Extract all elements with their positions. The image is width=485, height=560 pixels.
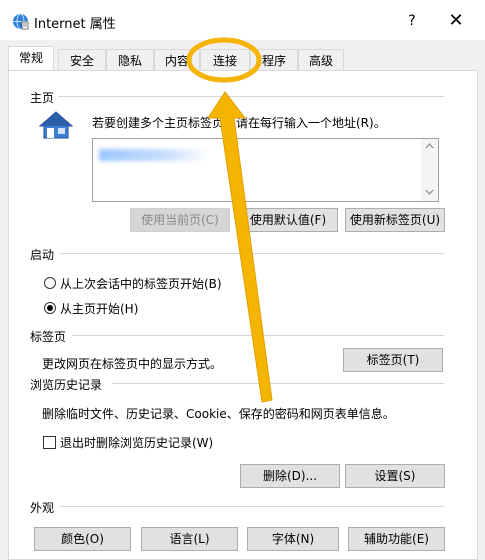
languages-button[interactable]: 语言(L) [141,527,238,551]
section-divider [112,383,444,384]
delete-on-exit-checkbox[interactable] [43,436,56,449]
homepage-address-field[interactable] [92,138,439,202]
radio-last-session[interactable] [44,277,56,289]
house-icon [38,111,74,139]
window-title: Internet 属性 [34,17,116,32]
colors-button[interactable]: 颜色(O) [34,527,131,551]
textarea-scrollbar[interactable] [421,139,438,201]
history-settings-button[interactable]: 设置(S) [345,464,445,488]
homepage-heading: 主页 [30,91,55,105]
use-default-button[interactable]: 使用默认值(F) [238,208,338,232]
appearance-heading: 外观 [30,501,55,515]
fonts-button[interactable]: 字体(N) [247,527,339,551]
radio-home[interactable] [44,302,56,314]
history-description: 删除临时文件、历史记录、Cookie、保存的密码和网页表单信息。 [42,407,395,421]
tab-security[interactable]: 安全 [58,49,106,71]
history-heading: 浏览历史记录 [30,378,103,392]
scroll-up-icon[interactable] [425,143,434,149]
radio-home-label: 从主页开始(H) [60,302,139,316]
title-bar: Internet 属性 ? ✕ [0,0,485,40]
scroll-down-icon[interactable] [425,189,434,195]
tabs-heading: 标签页 [30,330,67,344]
section-divider [60,506,444,507]
close-button[interactable]: ✕ [444,10,468,32]
section-divider [60,253,444,254]
startup-heading: 启动 [30,248,55,262]
tab-connections[interactable]: 连接 [200,49,250,71]
tab-content[interactable]: 内容 [154,49,200,71]
tab-privacy[interactable]: 隐私 [106,49,154,71]
help-button[interactable]: ? [401,10,423,32]
homepage-description: 若要创建多个主页标签页，请在每行输入一个地址(R)。 [92,116,386,130]
delete-on-exit-label: 退出时删除浏览历史记录(W) [60,436,214,450]
blurred-address [99,149,209,161]
tab-programs[interactable]: 程序 [250,49,298,71]
tab-general[interactable]: 常规 [8,46,54,72]
radio-last-session-label: 从上次会话中的标签页开始(B) [60,277,222,291]
use-current-button[interactable]: 使用当前页(C) [130,208,230,232]
use-new-tab-button[interactable]: 使用新标签页(U) [345,208,445,232]
accessibility-button[interactable]: 辅助功能(E) [348,527,445,551]
internet-options-icon [13,13,29,30]
section-divider [72,335,444,336]
section-divider [58,96,444,97]
delete-history-button[interactable]: 删除(D)... [240,464,340,488]
tabs-settings-button[interactable]: 标签页(T) [343,348,443,372]
tab-advanced[interactable]: 高级 [298,49,344,71]
tabs-description: 更改网页在标签页中的显示方式。 [42,357,223,371]
